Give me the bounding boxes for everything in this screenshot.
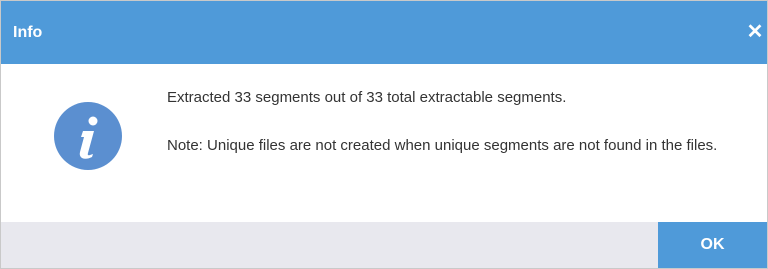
message-extracted: Extracted 33 segments out of 33 total ex… <box>167 89 567 106</box>
close-icon[interactable]: ✕ <box>745 21 765 43</box>
dialog-title: Info <box>13 24 43 41</box>
info-dialog: Info ✕ Extracted 33 segments out of 33 t… <box>0 0 768 269</box>
message-note: Note: Unique files are not created when … <box>167 137 718 154</box>
dialog-titlebar: Info ✕ <box>1 1 767 64</box>
dialog-body: Extracted 33 segments out of 33 total ex… <box>1 64 767 222</box>
info-icon <box>54 102 122 170</box>
dialog-message: Extracted 33 segments out of 33 total ex… <box>167 86 747 158</box>
ok-button[interactable]: OK <box>658 222 767 268</box>
dialog-footer: OK <box>1 222 767 268</box>
